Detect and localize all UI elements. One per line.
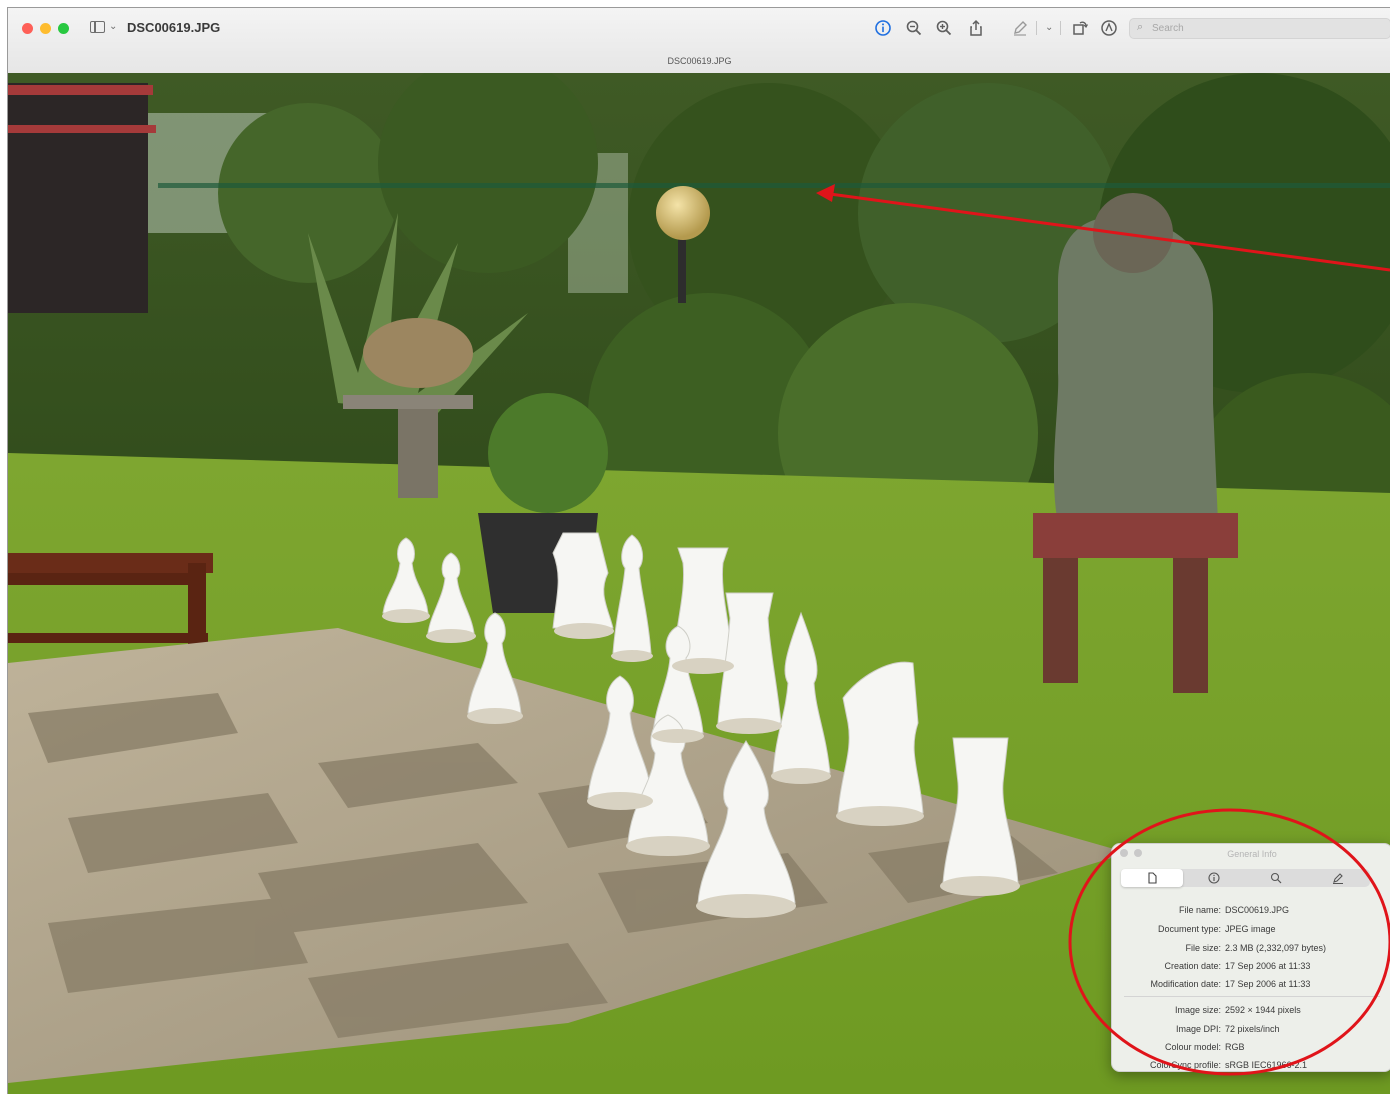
zoom-out-icon[interactable] [905, 19, 923, 37]
document-subtitle: DSC00619.JPG [667, 56, 732, 66]
toolbar-separator [1036, 21, 1037, 35]
file-name-row: File name: DSC00619.JPG [1112, 905, 1390, 923]
colorsync-profile-row: ColorSync profile: sRGB IEC61966-2.1 [1112, 1060, 1390, 1071]
document-type-row: Document type: JPEG image [1112, 924, 1390, 942]
search-field[interactable]: ⌕ Search [1129, 18, 1390, 39]
row-value: 72 pixels/inch [1225, 1024, 1280, 1034]
window-title: DSC00619.JPG [127, 20, 221, 35]
row-label: Colour model: [1164, 1042, 1221, 1052]
row-label: Creation date: [1164, 961, 1221, 971]
panel-title: General Info [1227, 849, 1277, 859]
search-icon: ⌕ [1137, 21, 1144, 33]
row-value: sRGB IEC61966-2.1 [1225, 1060, 1308, 1070]
image-dpi-row: Image DPI: 72 pixels/inch [1112, 1024, 1390, 1042]
creation-date-row: Creation date: 17 Sep 2006 at 11:33 [1112, 961, 1390, 979]
row-value: JPEG image [1225, 924, 1276, 934]
info-icon[interactable] [874, 19, 892, 37]
row-label: Image DPI: [1175, 1024, 1221, 1034]
colour-model-row: Colour model: RGB [1112, 1042, 1390, 1060]
markup-icon[interactable] [1011, 19, 1029, 37]
toolbar-separator [1060, 21, 1061, 35]
search-placeholder: Search [1152, 23, 1184, 34]
sidebar-toggle-icon[interactable] [90, 21, 105, 33]
file-tab-icon[interactable] [1121, 869, 1183, 887]
row-value: 17 Sep 2006 at 11:33 [1225, 961, 1311, 971]
panel-tab-bar [1121, 869, 1370, 887]
maximize-button[interactable] [58, 23, 69, 34]
close-button[interactable] [22, 23, 33, 34]
search-tab-icon[interactable] [1245, 869, 1307, 887]
title-bar: ⌄ DSC00619.JPG DSC00619.JPG ⌄ ⌕ Search [8, 8, 1390, 74]
rotate-icon[interactable] [1071, 19, 1089, 37]
row-value: RGB [1225, 1042, 1245, 1052]
markup-chevron-icon[interactable]: ⌄ [1045, 22, 1053, 33]
annotate-icon[interactable] [1100, 19, 1118, 37]
row-label: File name: [1178, 905, 1221, 915]
info-tab-icon[interactable] [1183, 869, 1245, 887]
minimize-button[interactable] [40, 23, 51, 34]
row-label: ColorSync profile: [1149, 1060, 1221, 1070]
edit-tab-icon[interactable] [1307, 869, 1369, 887]
row-value: DSC00619.JPG [1225, 905, 1290, 915]
preview-window: ⌄ DSC00619.JPG DSC00619.JPG ⌄ ⌕ Search G… [7, 7, 1390, 1094]
row-label: File size: [1185, 943, 1221, 953]
general-info-panel: General Info File name: DSC00619.JPG Doc… [1111, 843, 1390, 1072]
file-size-row: File size: 2.3 MB (2,332,097 bytes) [1112, 943, 1390, 961]
zoom-in-icon[interactable] [935, 19, 953, 37]
row-value: 2.3 MB (2,332,097 bytes) [1225, 943, 1327, 953]
row-label: Modification date: [1150, 979, 1221, 989]
row-label: Document type: [1157, 924, 1221, 934]
section-divider [1124, 996, 1380, 997]
chevron-down-icon[interactable]: ⌄ [109, 21, 117, 32]
share-icon[interactable] [967, 19, 985, 37]
modification-date-row: Modification date: 17 Sep 2006 at 11:33 [1112, 979, 1390, 997]
row-value: 2592 × 1944 pixels [1225, 1005, 1301, 1015]
row-label: Image size: [1174, 1005, 1221, 1015]
image-size-row: Image size: 2592 × 1944 pixels [1112, 1005, 1390, 1023]
row-value: 17 Sep 2006 at 11:33 [1225, 979, 1311, 989]
